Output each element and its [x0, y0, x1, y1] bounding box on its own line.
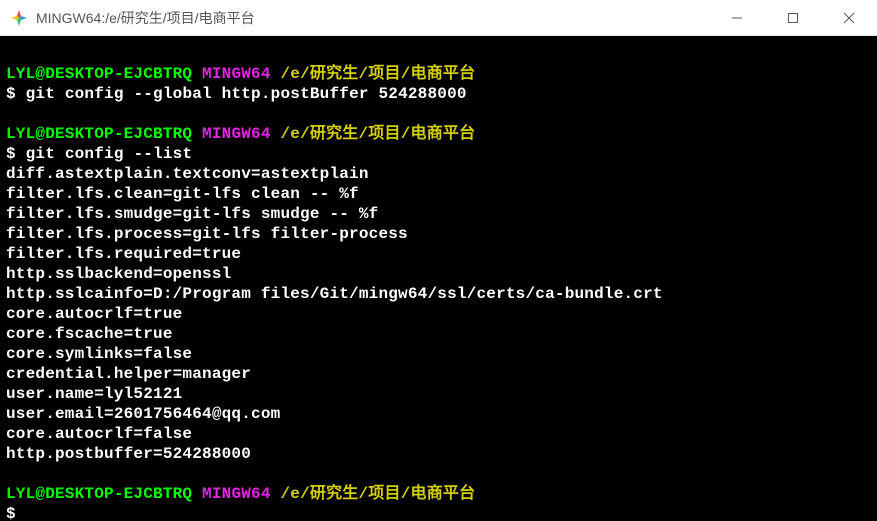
- output-line: core.autocrlf=true: [6, 304, 871, 324]
- prompt-shell: MINGW64: [202, 485, 271, 503]
- output-line: filter.lfs.smudge=git-lfs smudge -- %f: [6, 204, 871, 224]
- command-text: git config --list: [26, 145, 193, 163]
- prompt-line: LYL@DESKTOP-EJCBTRQ MINGW64 /e/研究生/项目/电商…: [6, 484, 871, 504]
- command-line: $: [6, 504, 871, 521]
- output-line: core.symlinks=false: [6, 344, 871, 364]
- prompt-path: /e/研究生/项目/电商平台: [280, 65, 475, 83]
- output-line: http.postbuffer=524288000: [6, 444, 871, 464]
- prompt-symbol: $: [6, 85, 16, 103]
- blank-line: [6, 44, 871, 64]
- prompt-user-host: LYL@DESKTOP-EJCBTRQ: [6, 125, 192, 143]
- prompt-shell: MINGW64: [202, 65, 271, 83]
- output-line: user.email=2601756464@qq.com: [6, 404, 871, 424]
- window-title: MINGW64:/e/研究生/项目/电商平台: [36, 8, 709, 28]
- close-button[interactable]: [821, 0, 877, 35]
- output-line: credential.helper=manager: [6, 364, 871, 384]
- prompt-path: /e/研究生/项目/电商平台: [280, 125, 475, 143]
- prompt-user-host: LYL@DESKTOP-EJCBTRQ: [6, 485, 192, 503]
- output-line: filter.lfs.process=git-lfs filter-proces…: [6, 224, 871, 244]
- minimize-button[interactable]: [709, 0, 765, 35]
- output-line: core.fscache=true: [6, 324, 871, 344]
- blank-line: [6, 464, 871, 484]
- blank-line: [6, 104, 871, 124]
- prompt-path: /e/研究生/项目/电商平台: [280, 485, 475, 503]
- app-icon: [10, 9, 28, 27]
- terminal-viewport[interactable]: LYL@DESKTOP-EJCBTRQ MINGW64 /e/研究生/项目/电商…: [0, 36, 877, 521]
- command-text: git config --global http.postBuffer 5242…: [26, 85, 467, 103]
- command-line: $ git config --list: [6, 144, 871, 164]
- window-titlebar: MINGW64:/e/研究生/项目/电商平台: [0, 0, 877, 36]
- output-line: filter.lfs.required=true: [6, 244, 871, 264]
- prompt-symbol: $: [6, 145, 16, 163]
- prompt-symbol: $: [6, 505, 16, 521]
- maximize-button[interactable]: [765, 0, 821, 35]
- prompt-user-host: LYL@DESKTOP-EJCBTRQ: [6, 65, 192, 83]
- output-line: http.sslbackend=openssl: [6, 264, 871, 284]
- output-line: filter.lfs.clean=git-lfs clean -- %f: [6, 184, 871, 204]
- output-line: user.name=lyl52121: [6, 384, 871, 404]
- prompt-shell: MINGW64: [202, 125, 271, 143]
- prompt-line: LYL@DESKTOP-EJCBTRQ MINGW64 /e/研究生/项目/电商…: [6, 64, 871, 84]
- command-line: $ git config --global http.postBuffer 52…: [6, 84, 871, 104]
- window-controls: [709, 0, 877, 35]
- output-line: http.sslcainfo=D:/Program files/Git/ming…: [6, 284, 871, 304]
- output-line: diff.astextplain.textconv=astextplain: [6, 164, 871, 184]
- output-line: core.autocrlf=false: [6, 424, 871, 444]
- prompt-line: LYL@DESKTOP-EJCBTRQ MINGW64 /e/研究生/项目/电商…: [6, 124, 871, 144]
